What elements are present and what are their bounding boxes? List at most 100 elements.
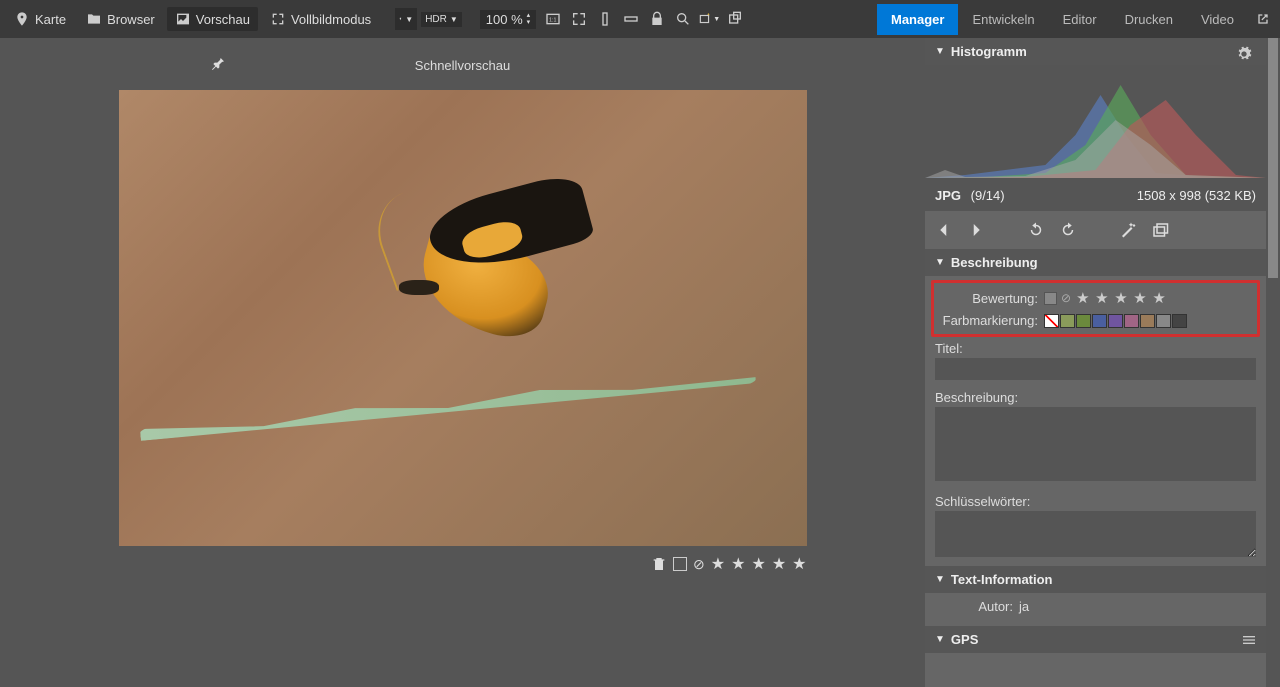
- external-icon: [1255, 11, 1271, 27]
- collapse-icon: ▼: [935, 257, 945, 268]
- magnify-button[interactable]: [672, 8, 694, 30]
- preview-title: Schnellvorschau: [415, 58, 510, 73]
- color-swatches: [1044, 314, 1187, 328]
- prev-icon[interactable]: [935, 221, 953, 239]
- swatch-6[interactable]: [1140, 314, 1155, 328]
- star-2[interactable]: ★: [731, 554, 745, 574]
- swatch-4[interactable]: [1108, 314, 1123, 328]
- menu-icon[interactable]: [1241, 632, 1257, 648]
- no-rating-icon[interactable]: ⊘: [693, 556, 705, 573]
- next-icon[interactable]: [967, 221, 985, 239]
- author-value: ja: [1019, 599, 1029, 614]
- panel-star-1[interactable]: ★: [1076, 290, 1089, 307]
- gps-title: GPS: [951, 632, 978, 647]
- panel-star-2[interactable]: ★: [1095, 290, 1108, 307]
- fullscreen-label: Vollbildmodus: [291, 12, 371, 27]
- swatch-5[interactable]: [1124, 314, 1139, 328]
- preview-label: Vorschau: [196, 12, 250, 27]
- star-5[interactable]: ★: [792, 554, 806, 574]
- hdr-dropdown[interactable]: HDR ▼: [421, 12, 462, 27]
- zoom-control[interactable]: 100 % ▴ ▾: [480, 10, 536, 29]
- no-label-icon[interactable]: [673, 557, 687, 571]
- rating-label: Bewertung:: [940, 291, 1044, 306]
- gps-header[interactable]: ▼ GPS: [925, 626, 1266, 653]
- external-link-button[interactable]: [1252, 8, 1274, 30]
- expand-icon: [571, 11, 587, 27]
- star-4[interactable]: ★: [772, 554, 786, 574]
- fullscreen-button[interactable]: Vollbildmodus: [262, 7, 379, 31]
- fit-h-icon: [623, 11, 639, 27]
- map-button[interactable]: Karte: [6, 7, 74, 31]
- rotate-left-icon[interactable]: [1027, 221, 1045, 239]
- ratio-icon: 1:1: [545, 11, 561, 27]
- file-info-bar: JPG (9/14) 1508 x 998 (532 KB): [925, 180, 1266, 211]
- swatch-3[interactable]: [1092, 314, 1107, 328]
- no-label-small-icon[interactable]: [1044, 292, 1057, 305]
- hdr-label: HDR: [425, 14, 447, 25]
- preview-button[interactable]: Vorschau: [167, 7, 258, 31]
- rating-stars: ★ ★ ★ ★ ★: [1075, 289, 1167, 307]
- quick-edit-button[interactable]: ▼: [698, 8, 720, 30]
- swatch-none[interactable]: [1044, 314, 1059, 328]
- module-tabs: Manager Entwickeln Editor Drucken Video: [877, 4, 1248, 35]
- main-toolbar: Karte Browser Vorschau Vollbildmodus ▼ H…: [0, 0, 1280, 38]
- fit-vertical-button[interactable]: [594, 8, 616, 30]
- panel-star-4[interactable]: ★: [1133, 290, 1146, 307]
- tab-print[interactable]: Drucken: [1111, 4, 1187, 35]
- sidebar-scrollbar[interactable]: [1266, 38, 1280, 687]
- keywords-input[interactable]: [935, 511, 1256, 557]
- star-3[interactable]: ★: [751, 554, 765, 574]
- swatch-7[interactable]: [1156, 314, 1171, 328]
- fullscreen-icon: [270, 11, 286, 27]
- swatch-1[interactable]: [1060, 314, 1075, 328]
- tab-editor[interactable]: Editor: [1049, 4, 1111, 35]
- fit-1to1-button[interactable]: 1:1: [542, 8, 564, 30]
- tools-button[interactable]: [724, 8, 746, 30]
- histogram-header[interactable]: ▼ Histogramm: [925, 38, 1266, 65]
- file-dimensions: 1508 x 998 (532 KB): [1137, 188, 1256, 203]
- tab-video[interactable]: Video: [1187, 4, 1248, 35]
- folder-icon: [86, 11, 102, 27]
- file-index: (9/14): [971, 188, 1005, 203]
- swatch-2[interactable]: [1076, 314, 1091, 328]
- rating-highlight-box: Bewertung: ⊘ ★ ★ ★ ★ ★ Farbmarkierung:: [931, 280, 1260, 337]
- panel-star-3[interactable]: ★: [1114, 290, 1127, 307]
- image-canvas[interactable]: [119, 90, 807, 546]
- collapse-icon: ▼: [935, 574, 945, 585]
- tab-manager[interactable]: Manager: [877, 4, 958, 35]
- zoom-down-icon[interactable]: ▾: [527, 19, 531, 26]
- author-row: Autor: ja: [925, 593, 1266, 620]
- wand-icon[interactable]: [1119, 221, 1137, 239]
- histogram-display[interactable]: [925, 65, 1266, 180]
- textinfo-header[interactable]: ▼ Text-Information: [925, 566, 1266, 593]
- tools-icon: [727, 11, 743, 27]
- rotate-right-icon[interactable]: [1059, 221, 1077, 239]
- pin-button[interactable]: [210, 56, 226, 75]
- stack-icon[interactable]: [1151, 221, 1169, 239]
- gear-icon[interactable]: [1236, 46, 1252, 62]
- color-row: Farbmarkierung:: [940, 313, 1251, 328]
- description-input[interactable]: [935, 407, 1256, 481]
- preview-rating-bar: ⊘ ★ ★ ★ ★ ★: [119, 554, 807, 574]
- fit-horizontal-button[interactable]: [620, 8, 642, 30]
- pin-icon: [14, 11, 30, 27]
- desc-field-label: Beschreibung:: [935, 390, 1256, 405]
- flash-dropdown[interactable]: ▼: [395, 8, 417, 30]
- author-label: Autor:: [935, 599, 1019, 614]
- description-header[interactable]: ▼ Beschreibung: [925, 249, 1266, 276]
- scrollbar-thumb[interactable]: [1268, 38, 1278, 278]
- title-input[interactable]: [935, 358, 1256, 380]
- star-1[interactable]: ★: [711, 554, 725, 574]
- lock-button[interactable]: [646, 8, 668, 30]
- clear-rating-icon[interactable]: ⊘: [1061, 291, 1071, 305]
- lightning-icon: [399, 13, 402, 25]
- swatch-8[interactable]: [1172, 314, 1187, 328]
- histogram-title: Histogramm: [951, 44, 1027, 59]
- panel-star-5[interactable]: ★: [1152, 290, 1165, 307]
- browser-button[interactable]: Browser: [78, 7, 163, 31]
- trash-icon[interactable]: [651, 556, 667, 572]
- pushpin-icon: [210, 56, 226, 72]
- zoom-up-icon[interactable]: ▴: [527, 12, 531, 19]
- tab-develop[interactable]: Entwickeln: [958, 4, 1048, 35]
- fit-screen-button[interactable]: [568, 8, 590, 30]
